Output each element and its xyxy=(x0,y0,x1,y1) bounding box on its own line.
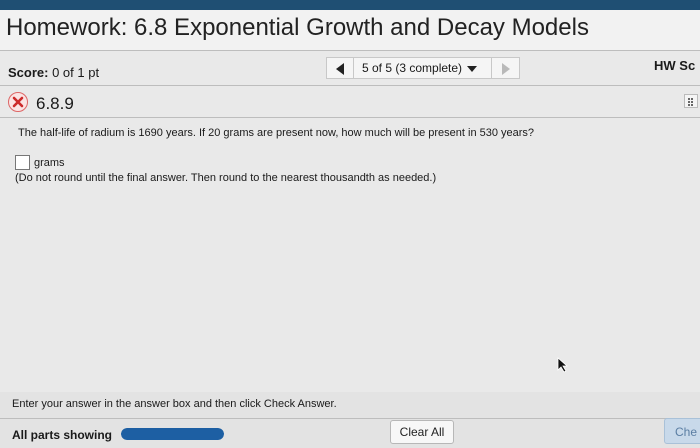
answer-unit: grams xyxy=(34,157,65,169)
check-answer-button[interactable]: Che xyxy=(664,418,700,444)
question-text: The half-life of radium is 1690 years. I… xyxy=(18,127,535,139)
answer-input[interactable] xyxy=(15,155,30,170)
hw-score-link[interactable]: HW Sc xyxy=(654,58,695,73)
question-position: 5 of 5 (3 complete) xyxy=(362,61,463,75)
rounding-instruction: (Do not round until the final answer. Th… xyxy=(15,172,437,184)
grid-icon[interactable] xyxy=(684,94,698,108)
footer-divider xyxy=(0,418,700,419)
x-circle-icon xyxy=(8,92,28,112)
parts-showing-label: All parts showing xyxy=(12,428,113,442)
parts-progress-fill xyxy=(121,428,224,440)
score-display: Score: 0 of 1 pt xyxy=(8,65,99,80)
clear-all-button[interactable]: Clear All xyxy=(390,420,454,444)
title-divider xyxy=(0,50,700,51)
next-question-button[interactable] xyxy=(492,57,520,79)
score-label: Score: xyxy=(8,65,49,80)
caret-down-icon xyxy=(467,65,478,72)
page-title: Homework: 6.8 Exponential Growth and Dec… xyxy=(6,14,589,41)
parts-progress-bar xyxy=(121,428,224,440)
score-value: 0 of 1 pt xyxy=(52,65,100,80)
score-divider xyxy=(0,85,700,86)
top-accent-bar xyxy=(0,0,700,10)
question-menu-dropdown[interactable]: 5 of 5 (3 complete) xyxy=(354,57,492,79)
question-number: 6.8.9 xyxy=(36,94,74,113)
pointer-cursor-icon xyxy=(557,357,569,373)
question-navigator: 5 of 5 (3 complete) xyxy=(326,57,520,80)
previous-question-button[interactable] xyxy=(326,57,354,79)
question-divider xyxy=(0,117,700,118)
footer-instruction: Enter your answer in the answer box and … xyxy=(12,398,337,410)
